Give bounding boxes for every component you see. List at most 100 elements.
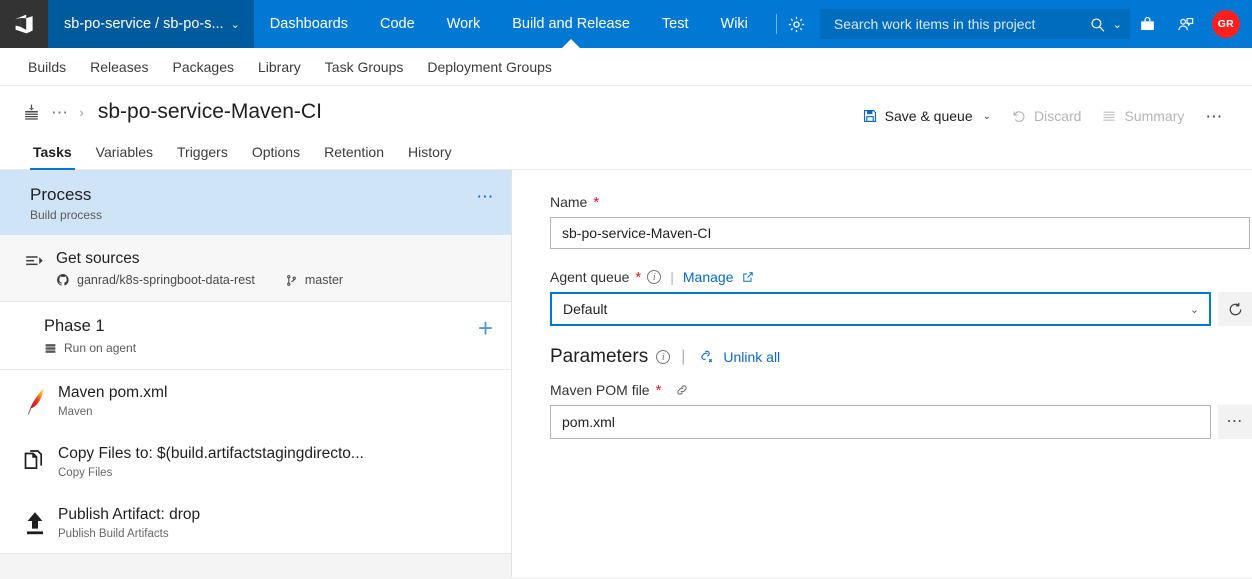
breadcrumb-separator: › — [79, 104, 84, 120]
link-chain-icon[interactable] — [675, 383, 689, 397]
add-task-button[interactable]: + — [478, 316, 493, 342]
undo-arrow-icon — [1011, 108, 1027, 124]
chevron-down-icon: ⌄ — [230, 18, 240, 31]
tab-retention[interactable]: Retention — [313, 135, 395, 169]
tab-triggers[interactable]: Triggers — [166, 135, 239, 169]
external-link-icon[interactable] — [742, 271, 754, 283]
process-settings-panel: Name * sb-po-service-Maven-CI Agent queu… — [512, 170, 1252, 577]
tab-variables[interactable]: Variables — [85, 135, 164, 169]
summary-button[interactable]: Summary — [1092, 102, 1193, 130]
page-title: sb-po-service-Maven-CI — [97, 100, 322, 123]
task-row[interactable]: Publish Artifact: drop Publish Build Art… — [0, 492, 511, 555]
name-label: Name — [550, 194, 588, 210]
sidebar-item-process[interactable]: Process Build process ⋯ — [0, 170, 511, 236]
task-subtitle: Publish Build Artifacts — [58, 528, 169, 541]
agent-queue-value: Default — [563, 301, 608, 317]
name-input-value: sb-po-service-Maven-CI — [562, 225, 712, 241]
branch-info: master — [285, 273, 343, 287]
subnav-item-builds[interactable]: Builds — [18, 53, 76, 81]
avatar[interactable]: GR — [1211, 10, 1240, 38]
parameters-section: Parameters i | Unlink all Maven POM file… — [550, 346, 1252, 439]
user-feedback-icon[interactable] — [1168, 0, 1204, 48]
label-separator: | — [681, 348, 686, 365]
nav-label: Work — [446, 16, 481, 32]
project-selector-label: sb-po-service / sb-po-s... — [64, 16, 224, 32]
task-row[interactable]: Maven pom.xml Maven — [0, 370, 511, 432]
branch-icon — [285, 274, 298, 287]
save-and-queue-button[interactable]: Save & queue ⌄ — [853, 102, 1000, 130]
required-asterisk: * — [635, 268, 642, 286]
task-title: Maven pom.xml — [58, 384, 168, 402]
repository-name: ganrad/k8s-springboot-data-rest — [77, 273, 255, 288]
maven-pom-label-row: Maven POM file * — [550, 382, 1252, 398]
agent-queue-label: Agent queue — [550, 269, 630, 285]
nav-item-code[interactable]: Code — [364, 0, 431, 48]
refresh-icon[interactable] — [1218, 292, 1252, 326]
agent-queue-select[interactable]: Default ⌄ — [550, 292, 1212, 326]
search-icon[interactable] — [1089, 16, 1106, 33]
maven-pom-browse-button[interactable]: ⋯ — [1218, 405, 1252, 439]
unlink-icon[interactable] — [699, 349, 715, 365]
chevron-down-icon: ⌄ — [1189, 303, 1200, 316]
task-row[interactable]: Copy Files to: $(build.artifactstagingdi… — [0, 431, 511, 493]
azure-devops-logo-icon[interactable] — [0, 0, 48, 48]
nav-item-dashboards[interactable]: Dashboards — [254, 0, 364, 48]
sidebar-item-get-sources[interactable]: Get sources ganrad/k8s-springboot-data-r… — [0, 235, 511, 303]
toolbar-overflow-button[interactable]: ⋯ — [1195, 104, 1234, 129]
subnav-item-releases[interactable]: Releases — [80, 53, 158, 81]
tab-options[interactable]: Options — [241, 135, 311, 169]
nav-item-test[interactable]: Test — [646, 0, 705, 48]
sidebar-item-phase-1[interactable]: Phase 1 Run on agent + — [0, 302, 511, 371]
tab-tasks[interactable]: Tasks — [22, 135, 83, 170]
name-input[interactable]: sb-po-service-Maven-CI — [550, 217, 1250, 249]
avatar-initials: GR — [1217, 18, 1235, 30]
nav-item-work[interactable]: Work — [431, 0, 497, 48]
maven-pom-input[interactable]: pom.xml — [550, 405, 1212, 439]
agent-queue-field-group: Agent queue * i | Manage Default ⌄ — [550, 269, 1252, 326]
nav-label: Code — [379, 16, 415, 32]
search-input[interactable]: Search work items in this project ⌄ — [819, 9, 1130, 39]
breadcrumb-overflow[interactable]: ⋯ — [51, 104, 70, 121]
breadcrumb: ⋯ › sb-po-service-Maven-CI — [22, 100, 853, 124]
search-chevron-down-icon[interactable]: ⌄ — [1113, 18, 1122, 31]
topnav-overflow-icon[interactable]: ⋯ — [1248, 0, 1252, 48]
maven-pom-value: pom.xml — [562, 414, 615, 430]
process-subtitle: Build process — [30, 208, 103, 223]
search-placeholder: Search work items in this project — [833, 16, 1036, 32]
summary-list-icon — [1101, 108, 1117, 124]
subnav-item-deployment-groups[interactable]: Deployment Groups — [417, 53, 562, 81]
subnav-item-library[interactable]: Library — [248, 53, 311, 81]
chevron-down-icon[interactable]: ⌄ — [983, 111, 991, 122]
page-toolbar: Save & queue ⌄ Discard Summary ⋯ — [853, 100, 1234, 130]
manage-link[interactable]: Manage — [683, 269, 734, 285]
task-title: Copy Files to: $(build.artifactstagingdi… — [58, 445, 364, 463]
phase-title: Phase 1 — [44, 317, 105, 336]
process-overflow-button[interactable]: ⋯ — [476, 184, 495, 205]
nav-item-build-and-release[interactable]: Build and Release — [496, 0, 646, 48]
gear-icon[interactable] — [787, 0, 806, 48]
process-title: Process — [30, 185, 92, 204]
subnav-item-task-groups[interactable]: Task Groups — [315, 53, 414, 81]
info-icon[interactable]: i — [656, 350, 671, 364]
agent-queue-label-row: Agent queue * i | Manage — [550, 269, 1252, 285]
label-separator: | — [670, 269, 674, 285]
nav-item-wiki[interactable]: Wiki — [705, 0, 764, 48]
subnav-item-packages[interactable]: Packages — [163, 53, 244, 81]
marketplace-bag-icon[interactable] — [1130, 0, 1166, 48]
summary-label: Summary — [1124, 108, 1185, 124]
info-icon[interactable]: i — [647, 270, 662, 284]
build-definition-icon — [22, 103, 41, 122]
agent-queue-row: Default ⌄ — [550, 292, 1252, 326]
save-and-queue-label: Save & queue — [884, 108, 973, 124]
discard-button[interactable]: Discard — [1002, 102, 1090, 130]
task-title: Publish Artifact: drop — [58, 506, 201, 524]
unlink-all-link[interactable]: Unlink all — [723, 349, 780, 365]
name-field-group: Name * sb-po-service-Maven-CI — [550, 194, 1252, 249]
project-selector[interactable]: sb-po-service / sb-po-s... ⌄ — [48, 0, 254, 48]
name-label-row: Name * — [550, 194, 1252, 210]
parameters-header: Parameters i | Unlink all — [550, 346, 1252, 368]
nav-label: Dashboards — [269, 16, 348, 32]
nav-label: Wiki — [720, 16, 748, 32]
maven-feather-icon — [12, 386, 58, 416]
tab-history[interactable]: History — [397, 135, 463, 169]
